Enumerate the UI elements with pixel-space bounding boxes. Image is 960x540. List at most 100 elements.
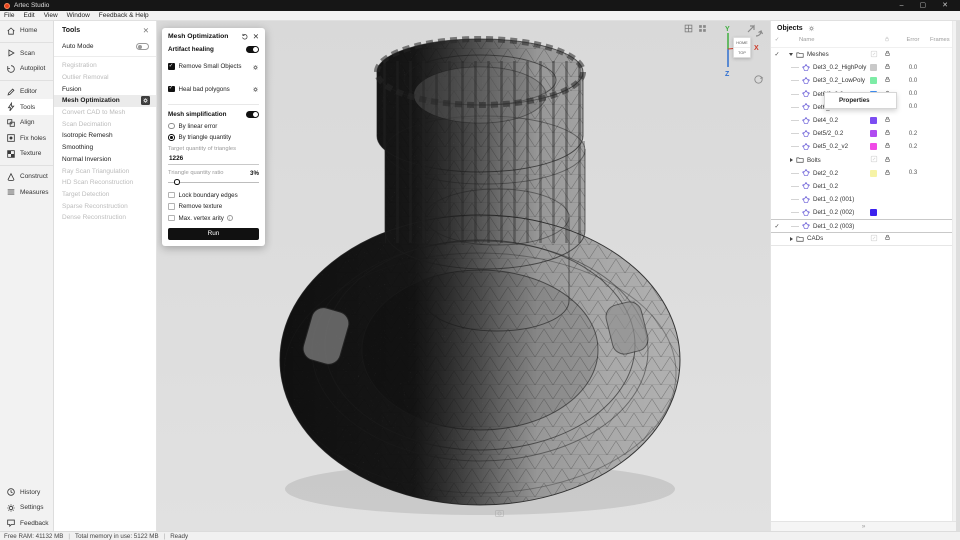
lock-icon[interactable] [884,234,896,243]
sidebar-item-autopilot[interactable]: Autopilot [0,61,53,77]
option-row: Remove texture [168,203,259,210]
artifact-healing-toggle[interactable] [246,46,259,53]
object-row-meshes[interactable]: ✓Meshes [771,48,956,61]
object-row-cads[interactable]: CADs [771,233,956,246]
sidebar-item-feedback[interactable]: Feedback [0,515,53,531]
sidebar-item-construct[interactable]: Construct [0,169,53,185]
lock-icon[interactable] [884,156,896,165]
folder-icon [796,235,804,243]
panel-collapse-button[interactable]: » [771,521,956,531]
sidebar-item-settings[interactable]: Settings [0,500,53,516]
3d-viewport[interactable]: Y Z X HOME TOP Mesh Optimization [157,21,770,531]
option-gear-icon[interactable] [252,80,259,98]
grid-view-icon[interactable] [684,24,693,33]
tool-item-mesh-optimization[interactable]: Mesh Optimization [54,95,156,107]
view-home-button[interactable]: HOME [734,38,750,47]
minimize-button[interactable]: – [900,0,904,11]
info-icon[interactable]: i [227,215,233,221]
checkbox[interactable] [168,86,175,93]
objects-settings-icon[interactable] [808,25,815,32]
checkbox[interactable] [168,192,175,199]
mesh-simplification-toggle[interactable] [246,111,259,118]
object-row-det1-0-2-002-[interactable]: Det1_0.2 (002) [771,206,956,219]
status-segment: Total memory in use: 5122 MB [75,533,159,540]
object-row-det1-0-2[interactable]: Det1_0.2 [771,180,956,193]
status-segment: Ready [170,533,188,540]
object-row-det1-0-2-003-[interactable]: ✓Det1_0.2 (003) [771,219,956,232]
multi-view-icon[interactable] [698,24,707,33]
menu-item-feedback-help[interactable]: Feedback & Help [99,12,149,19]
object-row-det4-0-2[interactable]: Det4_0.2 [771,114,956,127]
sidebar-item-align[interactable]: Align [0,115,53,131]
close-button[interactable]: ✕ [942,0,948,11]
menu-item-edit[interactable]: Edit [23,12,34,19]
orbit-icon[interactable] [753,74,764,85]
expand-arrow-icon[interactable] [790,158,793,162]
checkbox[interactable] [168,215,175,222]
object-name-label: Det3_0.2_HighPoly [813,64,866,71]
menu-item-window[interactable]: Window [67,12,90,19]
ratio-slider[interactable] [168,179,259,187]
tool-item-smoothing[interactable]: Smoothing [54,142,156,154]
sidebar-item-editor[interactable]: Editor [0,84,53,100]
lock-icon[interactable] [884,169,896,178]
scrollbar-track[interactable] [952,21,956,521]
object-name-label: Det5_0.2_v2 [813,143,848,150]
sidebar-item-history[interactable]: History [0,484,53,500]
sidebar-item-tools[interactable]: Tools [0,99,53,115]
edit-icon[interactable] [870,50,884,60]
tool-item-fusion[interactable]: Fusion [54,83,156,95]
radio-button[interactable] [168,123,175,130]
dialog-close-icon[interactable]: ✕ [253,33,259,40]
option-gear-icon[interactable] [252,58,259,76]
lock-icon[interactable] [884,76,896,85]
mesh-icon [802,209,810,217]
object-name-label: Det5/2_0.2 [813,130,843,137]
checkbox-label: Remove texture [179,203,223,210]
edit-icon[interactable] [870,234,884,244]
tools-close-icon[interactable]: ✕ [143,26,149,35]
visibility-check[interactable]: ✓ [771,223,783,230]
sidebar-item-texture[interactable]: Texture [0,146,53,162]
object-row-det2-0-2[interactable]: Det2_0.20.3 [771,167,956,180]
radio-label: By linear error [179,123,218,130]
visibility-check[interactable]: ✓ [771,51,783,58]
target-quantity-input[interactable]: 1226 [168,154,259,165]
sidebar-item-scan[interactable]: Scan [0,46,53,62]
sidebar-item-measures[interactable]: Measures [0,184,53,200]
tool-item-isotropic-remesh[interactable]: Isotropic Remesh [54,130,156,142]
object-row-det5-2-0-2[interactable]: Det5/2_0.20.2 [771,127,956,140]
color-swatch [870,117,877,124]
object-row-det1-0-2-001-[interactable]: Det1_0.2 (001) [771,193,956,206]
view-top-button[interactable]: TOP [734,47,750,57]
checkbox-label: Remove Small Objects [179,63,242,70]
slider-knob[interactable] [174,179,180,185]
checkbox[interactable] [168,203,175,210]
run-button[interactable]: Run [168,228,259,240]
menu-item-view[interactable]: View [44,12,58,19]
collapse-arrow-icon[interactable] [789,53,793,56]
object-row-bolts[interactable]: Bolts [771,154,956,167]
auto-mode-toggle[interactable] [136,43,149,50]
object-row-det3-0-2-lowpoly[interactable]: Det3_0.2_LowPoly0.0 [771,74,956,87]
sidebar-item-home[interactable]: Home [0,23,53,39]
lock-icon[interactable] [884,142,896,151]
error-value: 0.0 [896,65,930,71]
tool-settings-badge-icon[interactable] [141,96,150,105]
sidebar-item-fix-holes[interactable]: Fix holes [0,131,53,147]
object-row-det3-0-2-highpoly[interactable]: Det3_0.2_HighPoly 0.0 [771,61,956,74]
lock-icon[interactable] [884,116,896,125]
object-row-det5-0-2-v2[interactable]: Det5_0.2_v20.2 [771,140,956,153]
expand-arrow-icon[interactable] [790,237,793,241]
edit-icon[interactable] [870,155,884,165]
gizmo-z-label: Z [725,71,730,78]
checkbox[interactable] [168,63,175,70]
radio-button[interactable] [168,134,175,141]
menu-item-file[interactable]: File [4,12,14,19]
lock-icon[interactable] [884,50,896,59]
maximize-button[interactable]: ▢ [920,0,927,11]
lock-icon[interactable] [884,129,896,138]
lock-icon[interactable] [884,63,896,72]
reset-icon[interactable] [241,33,248,40]
tool-item-normal-inversion[interactable]: Normal Inversion [54,154,156,166]
